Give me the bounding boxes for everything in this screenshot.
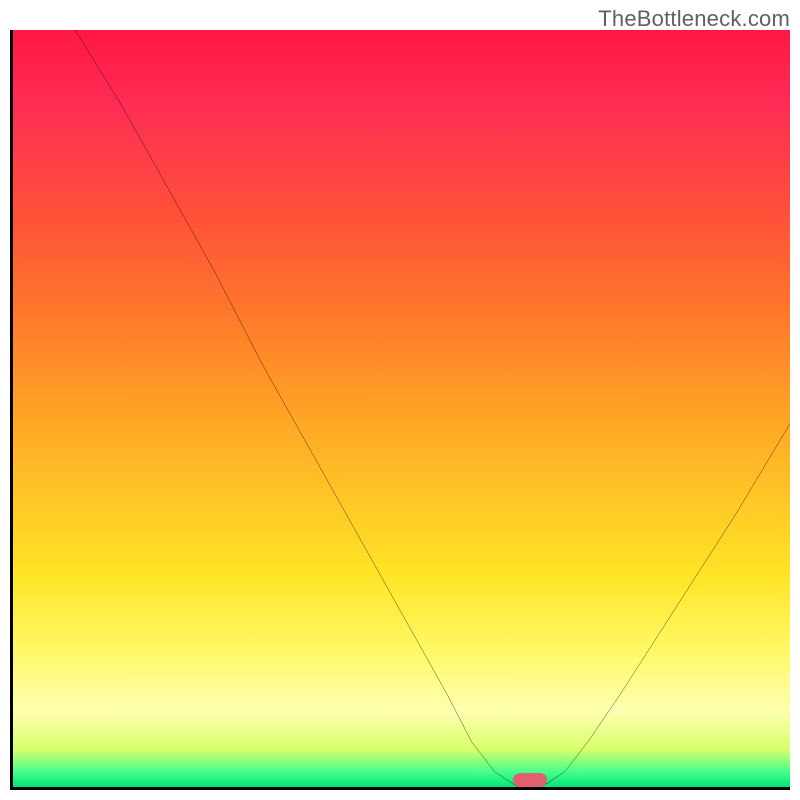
gradient-background [13, 30, 790, 787]
optimal-marker [513, 773, 547, 787]
watermark-text: TheBottleneck.com [598, 6, 790, 32]
plot-area [10, 30, 790, 790]
